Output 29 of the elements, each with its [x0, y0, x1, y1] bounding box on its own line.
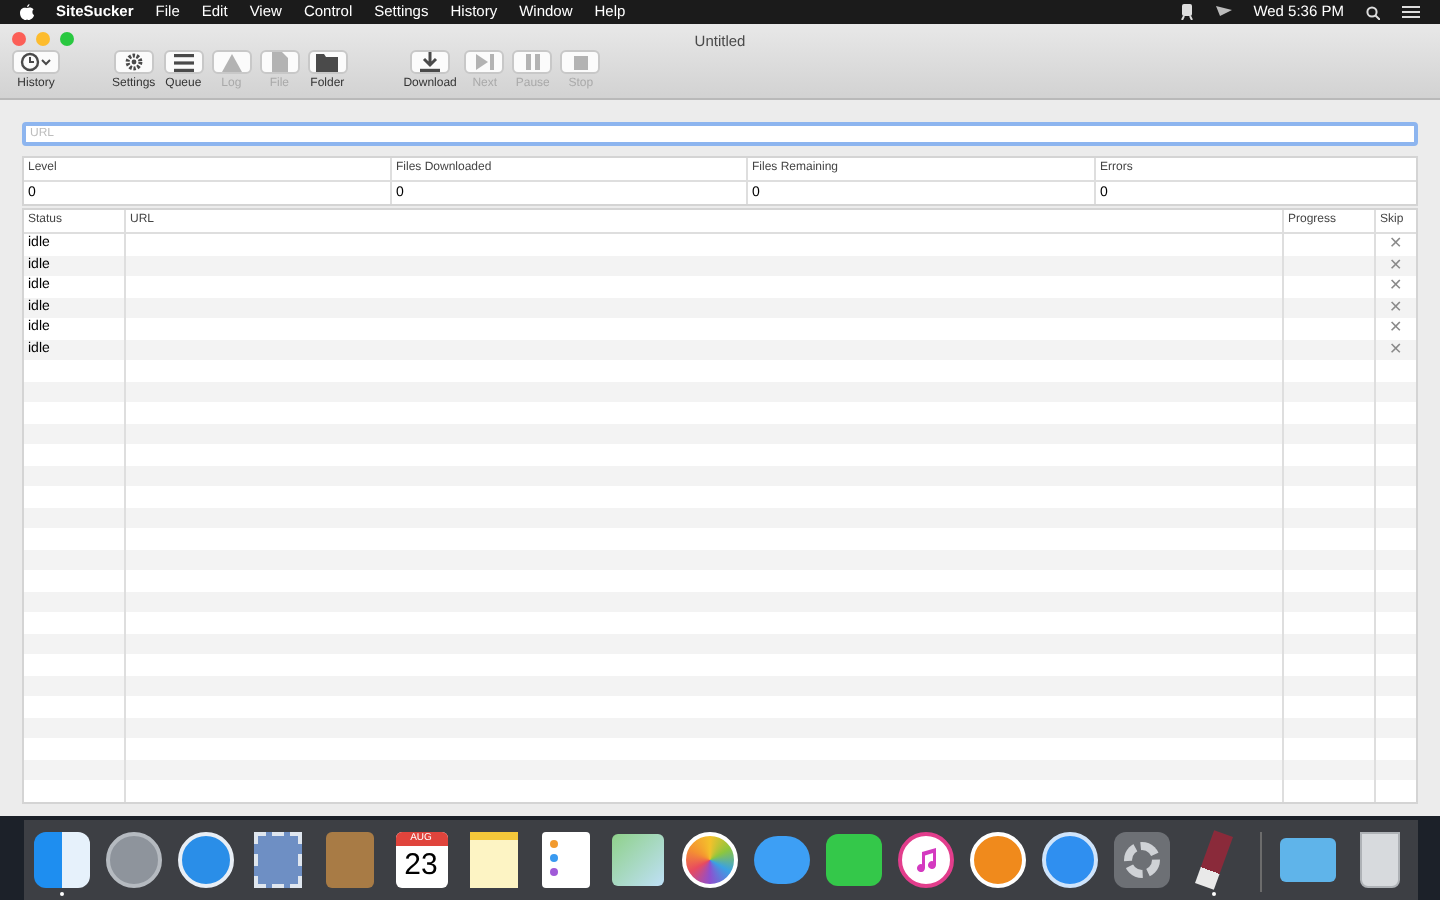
notepad-icon[interactable] — [469, 831, 517, 887]
skip-button[interactable]: ✕ — [1389, 234, 1403, 255]
calendar-day: 23 — [404, 845, 438, 885]
train-icon[interactable] — [1179, 4, 1194, 20]
folder-icon — [316, 53, 339, 71]
skip-button[interactable]: ✕ — [1389, 276, 1403, 297]
clock-icon — [20, 52, 52, 72]
flower-icon[interactable] — [681, 831, 737, 887]
music-note-icon[interactable] — [897, 831, 953, 887]
gear-icon[interactable] — [1113, 831, 1169, 887]
gear-icon — [123, 52, 144, 72]
stamp-icon[interactable] — [253, 831, 301, 887]
trash-icon[interactable] — [1359, 831, 1399, 887]
finder-icon[interactable] — [33, 831, 89, 887]
list-icon — [173, 53, 194, 71]
folder-icon[interactable] — [1279, 837, 1335, 881]
search-icon[interactable] — [1366, 5, 1380, 19]
menu-icon[interactable] — [1402, 6, 1420, 18]
apple-icon[interactable] — [20, 4, 34, 20]
pause-icon — [525, 54, 540, 70]
skip-button[interactable]: ✕ — [1389, 318, 1403, 339]
file-icon — [271, 52, 288, 72]
skip-forward-icon — [475, 54, 494, 70]
checklist-icon[interactable] — [541, 831, 589, 887]
stop-icon — [573, 55, 588, 69]
warning-icon — [221, 53, 242, 71]
flag-icon[interactable] — [1215, 5, 1232, 19]
download-icon — [420, 52, 441, 72]
speech-bubble-icon[interactable] — [753, 835, 809, 883]
